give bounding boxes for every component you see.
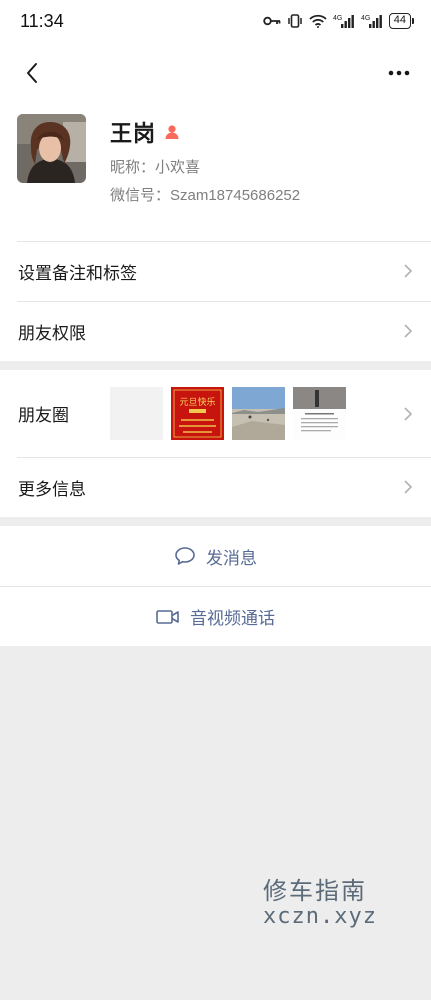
watermark: 修车指南 xczn.xyz [263,871,377,929]
avatar[interactable] [17,114,86,183]
nickname: 昵称：小欢喜 [110,159,201,176]
moments-label: 朋友圈 [18,406,69,426]
moment-thumb-beach [232,387,285,440]
back-button[interactable] [16,57,48,89]
status-icons: 4G 4G 44 [263,13,415,29]
chevron-right-icon [404,480,413,494]
more-info-row[interactable]: 更多信息 [0,457,431,517]
nav-bar [0,42,431,104]
section-gap [0,517,431,526]
video-call-label: 音视频通话 [190,609,275,629]
wifi-icon [309,14,327,28]
signal-4g-icon: 4G [361,13,383,29]
vibrate-icon [287,13,303,29]
send-message-button[interactable]: 发消息 [0,526,431,586]
profile-card: 王岗 昵称：小欢喜 微信号：Szam18745686252 [0,104,431,241]
remark-tags-row[interactable]: 设置备注和标签 [0,241,431,301]
network-label-2: 4G [361,15,370,22]
moments-thumbnails: 元旦快乐 [110,387,403,440]
friend-permissions-row[interactable]: 朋友权限 [0,301,431,361]
section-gap [0,361,431,370]
new-year-text: 元旦快乐 [179,396,215,408]
more-dots-icon [388,70,410,76]
moment-thumb-new-year: 元旦快乐 [171,387,224,440]
moments-row[interactable]: 朋友圈 元旦快乐 [0,370,431,457]
watermark-cn: 修车指南 [263,877,367,905]
video-call-button[interactable]: 音视频通话 [0,586,431,646]
profile-info: 王岗 昵称：小欢喜 微信号：Szam18745686252 [110,114,300,205]
battery-icon: 44 [388,13,415,29]
more-button[interactable] [383,57,415,89]
moment-thumb-blank [110,387,163,440]
friend-permissions-label: 朋友权限 [18,323,86,344]
person-icon [165,125,179,139]
name-row: 王岗 [110,116,300,148]
chevron-right-icon [404,264,413,278]
key-icon [263,15,281,27]
display-name: 王岗 [110,122,157,147]
signal-4g-icon: 4G [333,13,355,29]
wechat-id: 微信号：Szam18745686252 [110,187,301,204]
status-time: 11:34 [20,10,64,31]
more-info-label: 更多信息 [18,479,86,500]
chevron-right-icon [404,324,413,338]
header-section: 11:34 4G 4G 44 王岗 昵称：小欢喜 微信号：Szam1874568… [0,0,431,241]
chevron-right-icon [404,406,413,421]
status-bar: 11:34 4G 4G 44 [0,0,431,42]
watermark-url: xczn.xyz [263,904,377,929]
moment-thumb-article [293,387,346,440]
chevron-left-icon [27,63,37,83]
video-camera-icon [156,609,179,624]
send-message-label: 发消息 [206,548,257,569]
chat-bubble-icon [175,547,195,565]
network-label-1: 4G [333,15,342,22]
remark-tags-label: 设置备注和标签 [18,263,137,284]
